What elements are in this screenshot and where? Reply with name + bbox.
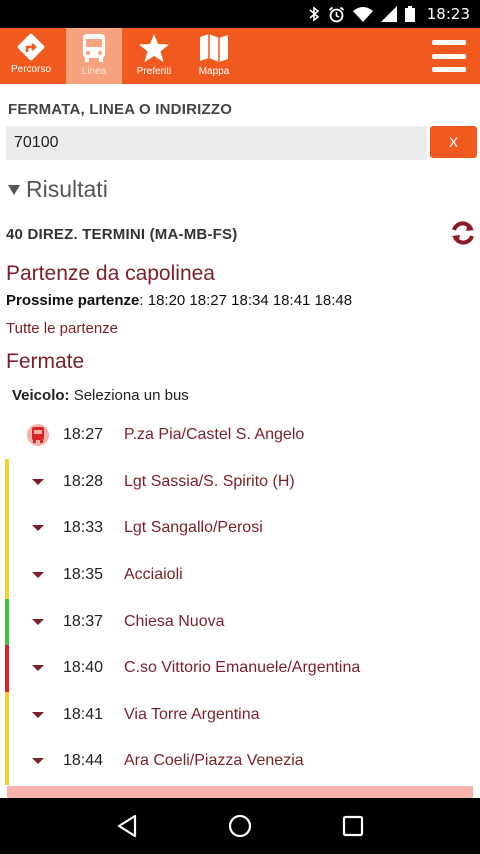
- stop-row[interactable]: 18:27 P.za Pia/Castel S. Angelo: [0, 412, 480, 458]
- stop-time: 18:44: [63, 752, 104, 769]
- tab-preferiti[interactable]: Preferiti: [126, 28, 182, 84]
- stop-time: 18:41: [63, 706, 104, 723]
- alarm-icon: [328, 6, 344, 22]
- clear-search-button[interactable]: X: [430, 126, 477, 158]
- stop-name: Lgt Sassia/S. Spirito (H): [124, 473, 295, 490]
- tab-label: Percorso: [10, 64, 51, 75]
- stop-name: Via Torre Argentina: [124, 706, 260, 723]
- back-icon[interactable]: [107, 806, 147, 846]
- stop-row[interactable]: 18:35 Acciaioli: [0, 552, 480, 599]
- refresh-icon[interactable]: [449, 220, 477, 246]
- vehicle-value: Seleziona un bus: [69, 387, 189, 404]
- search-label: FERMATA, LINEA O INDIRIZZO: [8, 101, 233, 118]
- tab-label: Preferiti: [136, 66, 172, 77]
- stop-name: P.za Pia/Castel S. Angelo: [124, 426, 305, 443]
- all-departures-link[interactable]: Tutte le partenze: [6, 320, 118, 337]
- stop-row[interactable]: 18:41 Via Torre Argentina: [0, 692, 480, 739]
- traffic-bar: [5, 692, 9, 739]
- tab-label: Mappa: [198, 66, 230, 77]
- bus-icon: [83, 34, 105, 62]
- status-time: 18:23: [426, 5, 470, 23]
- recents-icon[interactable]: [333, 806, 373, 846]
- tab-label: Linea: [81, 66, 107, 77]
- results-header-label: Risultati: [26, 176, 108, 202]
- hamburger-menu-icon[interactable]: [432, 40, 466, 72]
- directions-icon: [17, 33, 45, 61]
- android-nav-bar: [0, 798, 480, 854]
- expand-arrow-icon: [26, 610, 50, 634]
- traffic-bar: [5, 645, 9, 692]
- traffic-bar: [5, 505, 9, 552]
- expand-arrow-icon: [26, 516, 50, 540]
- expand-arrow-icon: [26, 470, 50, 494]
- traffic-bar: [5, 599, 9, 646]
- stop-time: 18:35: [63, 566, 104, 583]
- stop-time: 18:37: [63, 613, 104, 630]
- wifi-icon: [352, 7, 373, 22]
- home-icon[interactable]: [220, 806, 260, 846]
- collapse-triangle-icon: [8, 184, 20, 195]
- tab-percorso[interactable]: Percorso: [0, 28, 62, 84]
- stop-name: Lgt Sangallo/Perosi: [124, 519, 263, 536]
- stop-row[interactable]: 18:44 Ara Coeli/Piazza Venezia: [0, 738, 480, 785]
- status-bar: 18:23: [0, 0, 480, 28]
- next-departures: Prossime partenze: 18:20 18:27 18:34 18:…: [6, 292, 352, 309]
- expand-arrow-icon: [26, 656, 50, 680]
- expand-arrow-icon: [26, 749, 50, 773]
- map-icon: [200, 34, 228, 62]
- departures-heading: Partenze da capolinea: [6, 262, 215, 285]
- traffic-bar: [5, 738, 9, 785]
- stop-row[interactable]: 18:33 Lgt Sangallo/Perosi: [0, 505, 480, 552]
- traffic-bar: [5, 552, 9, 599]
- stop-row[interactable]: 18:40 C.so Vittorio Emanuele/Argentina: [0, 645, 480, 692]
- stop-row[interactable]: 18:37 Chiesa Nuova: [0, 599, 480, 646]
- stop-row-partial[interactable]: [7, 786, 473, 798]
- bus-position-marker: [26, 423, 50, 447]
- search-input[interactable]: [6, 126, 427, 160]
- results-toggle[interactable]: Risultati: [8, 176, 108, 203]
- stop-time: 18:27: [63, 426, 104, 443]
- next-departures-label: Prossime partenze: [6, 292, 140, 309]
- expand-arrow-icon: [26, 563, 50, 587]
- stop-row[interactable]: 18:28 Lgt Sassia/S. Spirito (H): [0, 459, 480, 506]
- stop-name: Chiesa Nuova: [124, 613, 225, 630]
- stop-name: Ara Coeli/Piazza Venezia: [124, 752, 304, 769]
- tab-mappa[interactable]: Mappa: [186, 28, 242, 84]
- bluetooth-icon: [309, 6, 320, 22]
- top-nav-bar: Percorso Linea Preferiti Mappa: [0, 28, 480, 84]
- stops-heading: Fermate: [6, 350, 85, 373]
- tab-linea[interactable]: Linea: [66, 28, 122, 84]
- line-title: 40 DIREZ. TERMINI (MA-MB-FS): [6, 226, 238, 243]
- stop-name: C.so Vittorio Emanuele/Argentina: [124, 659, 361, 676]
- battery-icon: [404, 6, 415, 22]
- star-icon: [139, 34, 169, 62]
- traffic-bar: [5, 459, 9, 506]
- stop-name: Acciaioli: [124, 566, 183, 583]
- stop-time: 18:40: [63, 659, 104, 676]
- expand-arrow-icon: [26, 703, 50, 727]
- bus-icon: [32, 427, 44, 443]
- stop-time: 18:33: [63, 519, 104, 536]
- next-departures-times: : 18:20 18:27 18:34 18:41 18:48: [139, 292, 353, 309]
- signal-icon: [380, 6, 397, 22]
- vehicle-label: Veicolo:: [12, 387, 70, 404]
- vehicle-selector[interactable]: Veicolo: Seleziona un bus: [12, 387, 189, 404]
- stop-time: 18:28: [63, 473, 104, 490]
